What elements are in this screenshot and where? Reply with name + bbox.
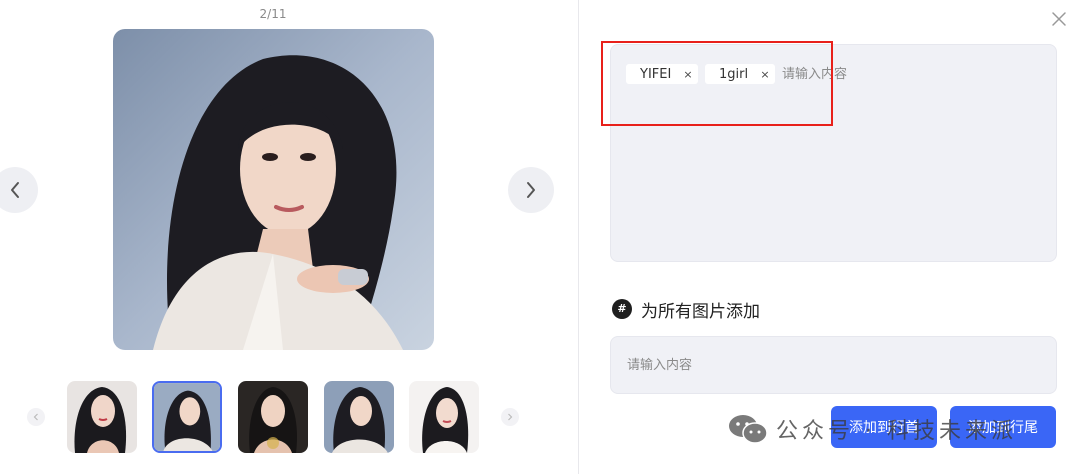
- watermark: 公众号 · 科技未来派: [728, 413, 1017, 445]
- section-title: 为所有图片添加: [641, 302, 760, 322]
- thumbnail-1[interactable]: [67, 381, 137, 453]
- thumbnail-4[interactable]: [324, 381, 394, 453]
- watermark-text: 公众号 · 科技未来派: [776, 419, 1017, 444]
- chevron-left-icon: [33, 413, 38, 421]
- annotation-highlight-box: [601, 41, 833, 126]
- previous-image-button[interactable]: [0, 167, 38, 213]
- wechat-icon: [729, 415, 768, 444]
- pane-divider: [578, 0, 579, 474]
- apply-all-field: [610, 336, 1057, 394]
- chevron-left-icon: [11, 182, 19, 198]
- main-preview-image: [113, 29, 434, 350]
- chevron-right-icon: [527, 182, 535, 198]
- apply-all-input[interactable]: [627, 353, 1027, 377]
- thumbnail-2[interactable]: [152, 381, 222, 453]
- chevron-right-icon: [508, 413, 513, 421]
- hash-icon: #: [612, 299, 632, 319]
- close-icon[interactable]: [1050, 10, 1068, 28]
- image-counter: 2/11: [259, 7, 287, 21]
- image-viewer-panel: 2/11: [0, 0, 578, 474]
- thumbnail-3[interactable]: [238, 381, 308, 453]
- thumbnail-scroll-left-button[interactable]: [27, 408, 45, 426]
- next-image-button[interactable]: [508, 167, 554, 213]
- thumbnail-scroll-right-button[interactable]: [501, 408, 519, 426]
- thumbnail-5[interactable]: [409, 381, 479, 453]
